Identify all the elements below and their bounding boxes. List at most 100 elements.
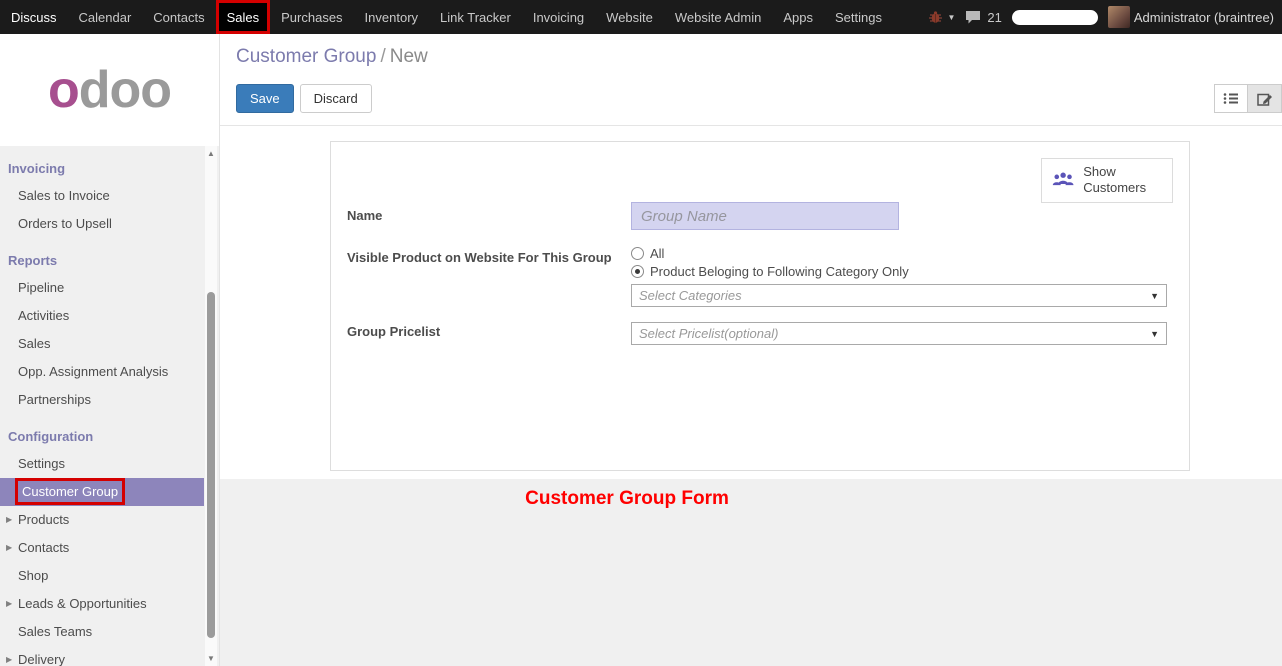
- menu-item-inventory[interactable]: Inventory: [354, 0, 429, 34]
- sidebar-item-pipeline[interactable]: Pipeline: [0, 274, 204, 302]
- expand-arrow-icon: ▶: [6, 534, 12, 562]
- debug-menu[interactable]: ▼: [928, 11, 955, 24]
- sidebar-section-title-invoicing: Invoicing: [0, 146, 204, 182]
- sidebar-item-label: Shop: [18, 568, 48, 583]
- menu-item-apps[interactable]: Apps: [772, 0, 824, 34]
- sidebar-item-partnerships[interactable]: Partnerships: [0, 386, 204, 414]
- form-fields: Name Visible Product on Website For This…: [347, 202, 1173, 345]
- sidebar-item-sales-to-invoice[interactable]: Sales to Invoice: [0, 182, 204, 210]
- breadcrumb-separator: /: [380, 46, 385, 67]
- sidebar-item-sales-teams[interactable]: Sales Teams: [0, 618, 204, 646]
- sidebar-item-leads-opportunities[interactable]: ▶ Leads & Opportunities: [0, 590, 204, 618]
- categories-select[interactable]: Select Categories ▼: [631, 284, 1167, 307]
- sidebar-item-label: Customer Group: [18, 481, 122, 502]
- show-customers-button[interactable]: Show Customers: [1041, 158, 1173, 203]
- annotation-caption: Customer Group Form: [220, 479, 1034, 510]
- pricelist-placeholder: Select Pricelist(optional): [639, 326, 778, 341]
- scroll-up-icon[interactable]: ▲: [205, 149, 217, 158]
- categories-placeholder: Select Categories: [639, 288, 742, 303]
- sidebar-item-label: Partnerships: [18, 392, 91, 407]
- logo-area: odoo: [0, 34, 219, 146]
- sidebar-item-label: Products: [18, 512, 69, 527]
- customer-group-form: Show Customers Name Visible Product on W…: [330, 141, 1190, 471]
- pricelist-select[interactable]: Select Pricelist(optional) ▼: [631, 322, 1167, 345]
- breadcrumb-current: New: [390, 46, 428, 67]
- menu-item-discuss[interactable]: Discuss: [0, 0, 68, 34]
- sidebar-item-label: Delivery: [18, 652, 65, 666]
- radio-icon: [631, 265, 644, 278]
- discard-button[interactable]: Discard: [300, 84, 372, 113]
- menu-item-contacts[interactable]: Contacts: [142, 0, 215, 34]
- menu-item-link-tracker[interactable]: Link Tracker: [429, 0, 522, 34]
- sidebar-item-contacts[interactable]: ▶ Contacts: [0, 534, 204, 562]
- sidebar-scrollbar[interactable]: ▲ ▼: [205, 146, 217, 666]
- sidebar-item-label: Orders to Upsell: [18, 216, 112, 231]
- chat-icon: [965, 10, 981, 24]
- list-view-icon: [1223, 92, 1239, 105]
- sidebar-item-products[interactable]: ▶Products: [0, 506, 204, 534]
- sidebar-item-shop[interactable]: Shop: [0, 562, 204, 590]
- sidebar-item-label: Sales: [18, 336, 51, 351]
- menu-item-purchases[interactable]: Purchases: [270, 0, 353, 34]
- sidebar-section-title-configuration: Configuration: [0, 414, 204, 450]
- radio-all-label: All: [650, 246, 664, 261]
- menu-item-sales[interactable]: Sales: [216, 0, 271, 34]
- sidebar-item-opp-assignment-analysis[interactable]: Opp. Assignment Analysis: [0, 358, 204, 386]
- main-layout: odoo Invoicing Sales to Invoice Orders to …: [0, 34, 1282, 666]
- radio-icon: [631, 247, 644, 260]
- logo-rest: doo: [79, 61, 171, 119]
- avatar: [1108, 6, 1130, 28]
- menu-item-settings[interactable]: Settings: [824, 0, 893, 34]
- radio-all[interactable]: All: [631, 244, 1173, 262]
- sidebar-item-activities[interactable]: Activities: [0, 302, 204, 330]
- group-name-input[interactable]: [631, 202, 899, 230]
- sidebar-item-label: Sales Teams: [18, 624, 92, 639]
- status-pill[interactable]: [1012, 10, 1098, 25]
- sidebar-item-label: Settings: [18, 456, 65, 471]
- breadcrumb: Customer Group/New: [236, 46, 1282, 68]
- menu-item-website-admin[interactable]: Website Admin: [664, 0, 772, 34]
- sidebar-item-sales[interactable]: Sales: [0, 330, 204, 358]
- group-pricelist-label: Group Pricelist: [347, 315, 631, 339]
- top-navbar: DiscussCalendarContactsSalesPurchasesInv…: [0, 0, 1282, 34]
- caret-down-icon: ▼: [1150, 291, 1159, 301]
- caret-down-icon: ▼: [1150, 329, 1159, 339]
- sidebar-item-label: Sales to Invoice: [18, 188, 110, 203]
- expand-arrow-icon: ▶: [6, 590, 12, 618]
- messages-count: 21: [987, 10, 1001, 25]
- main-panel: Customer Group/New Save Discard: [220, 34, 1282, 666]
- sidebar-item-label: Pipeline: [18, 280, 64, 295]
- view-switcher: [1214, 84, 1282, 113]
- sidebar-item-customer-group[interactable]: Customer Group: [0, 478, 204, 506]
- visible-product-label: Visible Product on Website For This Grou…: [347, 244, 631, 265]
- sidebar-menu: Invoicing Sales to Invoice Orders to Upsel…: [0, 146, 204, 666]
- button-row: Save Discard: [236, 84, 1282, 113]
- radio-category-only[interactable]: Product Beloging to Following Category O…: [631, 262, 1173, 280]
- menu-item-calendar[interactable]: Calendar: [68, 0, 143, 34]
- sidebar-item-orders-to-upsell[interactable]: Orders to Upsell: [0, 210, 204, 238]
- user-name: Administrator (braintree): [1134, 10, 1274, 25]
- sidebar-section-title-reports: Reports: [0, 238, 204, 274]
- scroll-down-icon[interactable]: ▼: [205, 654, 217, 663]
- list-view-button[interactable]: [1214, 84, 1248, 113]
- show-customers-label: Show Customers: [1083, 164, 1162, 197]
- sidebar-item-label: Leads & Opportunities: [18, 596, 147, 611]
- bug-icon: [928, 11, 943, 24]
- save-button[interactable]: Save: [236, 84, 294, 113]
- user-menu[interactable]: Administrator (braintree): [1108, 6, 1274, 28]
- sidebar-item-settings[interactable]: Settings: [0, 450, 204, 478]
- content-area: Show Customers Name Visible Product on W…: [220, 125, 1282, 666]
- form-view-button[interactable]: [1248, 84, 1282, 113]
- form-view-icon: [1257, 92, 1273, 106]
- messages-menu[interactable]: 21: [965, 10, 1001, 25]
- menu-item-website[interactable]: Website: [595, 0, 664, 34]
- sidebar-item-label: Opp. Assignment Analysis: [18, 364, 168, 379]
- sidebar-item-label: Contacts: [18, 540, 69, 555]
- lower-area: Customer Group Form: [220, 479, 1282, 666]
- breadcrumb-parent-link[interactable]: Customer Group: [236, 46, 376, 67]
- caret-down-icon: ▼: [947, 13, 955, 22]
- logo-first-letter: o: [48, 61, 79, 119]
- scrollbar-thumb[interactable]: [207, 292, 215, 638]
- sidebar-item-delivery[interactable]: ▶Delivery: [0, 646, 204, 666]
- menu-item-invoicing[interactable]: Invoicing: [522, 0, 595, 34]
